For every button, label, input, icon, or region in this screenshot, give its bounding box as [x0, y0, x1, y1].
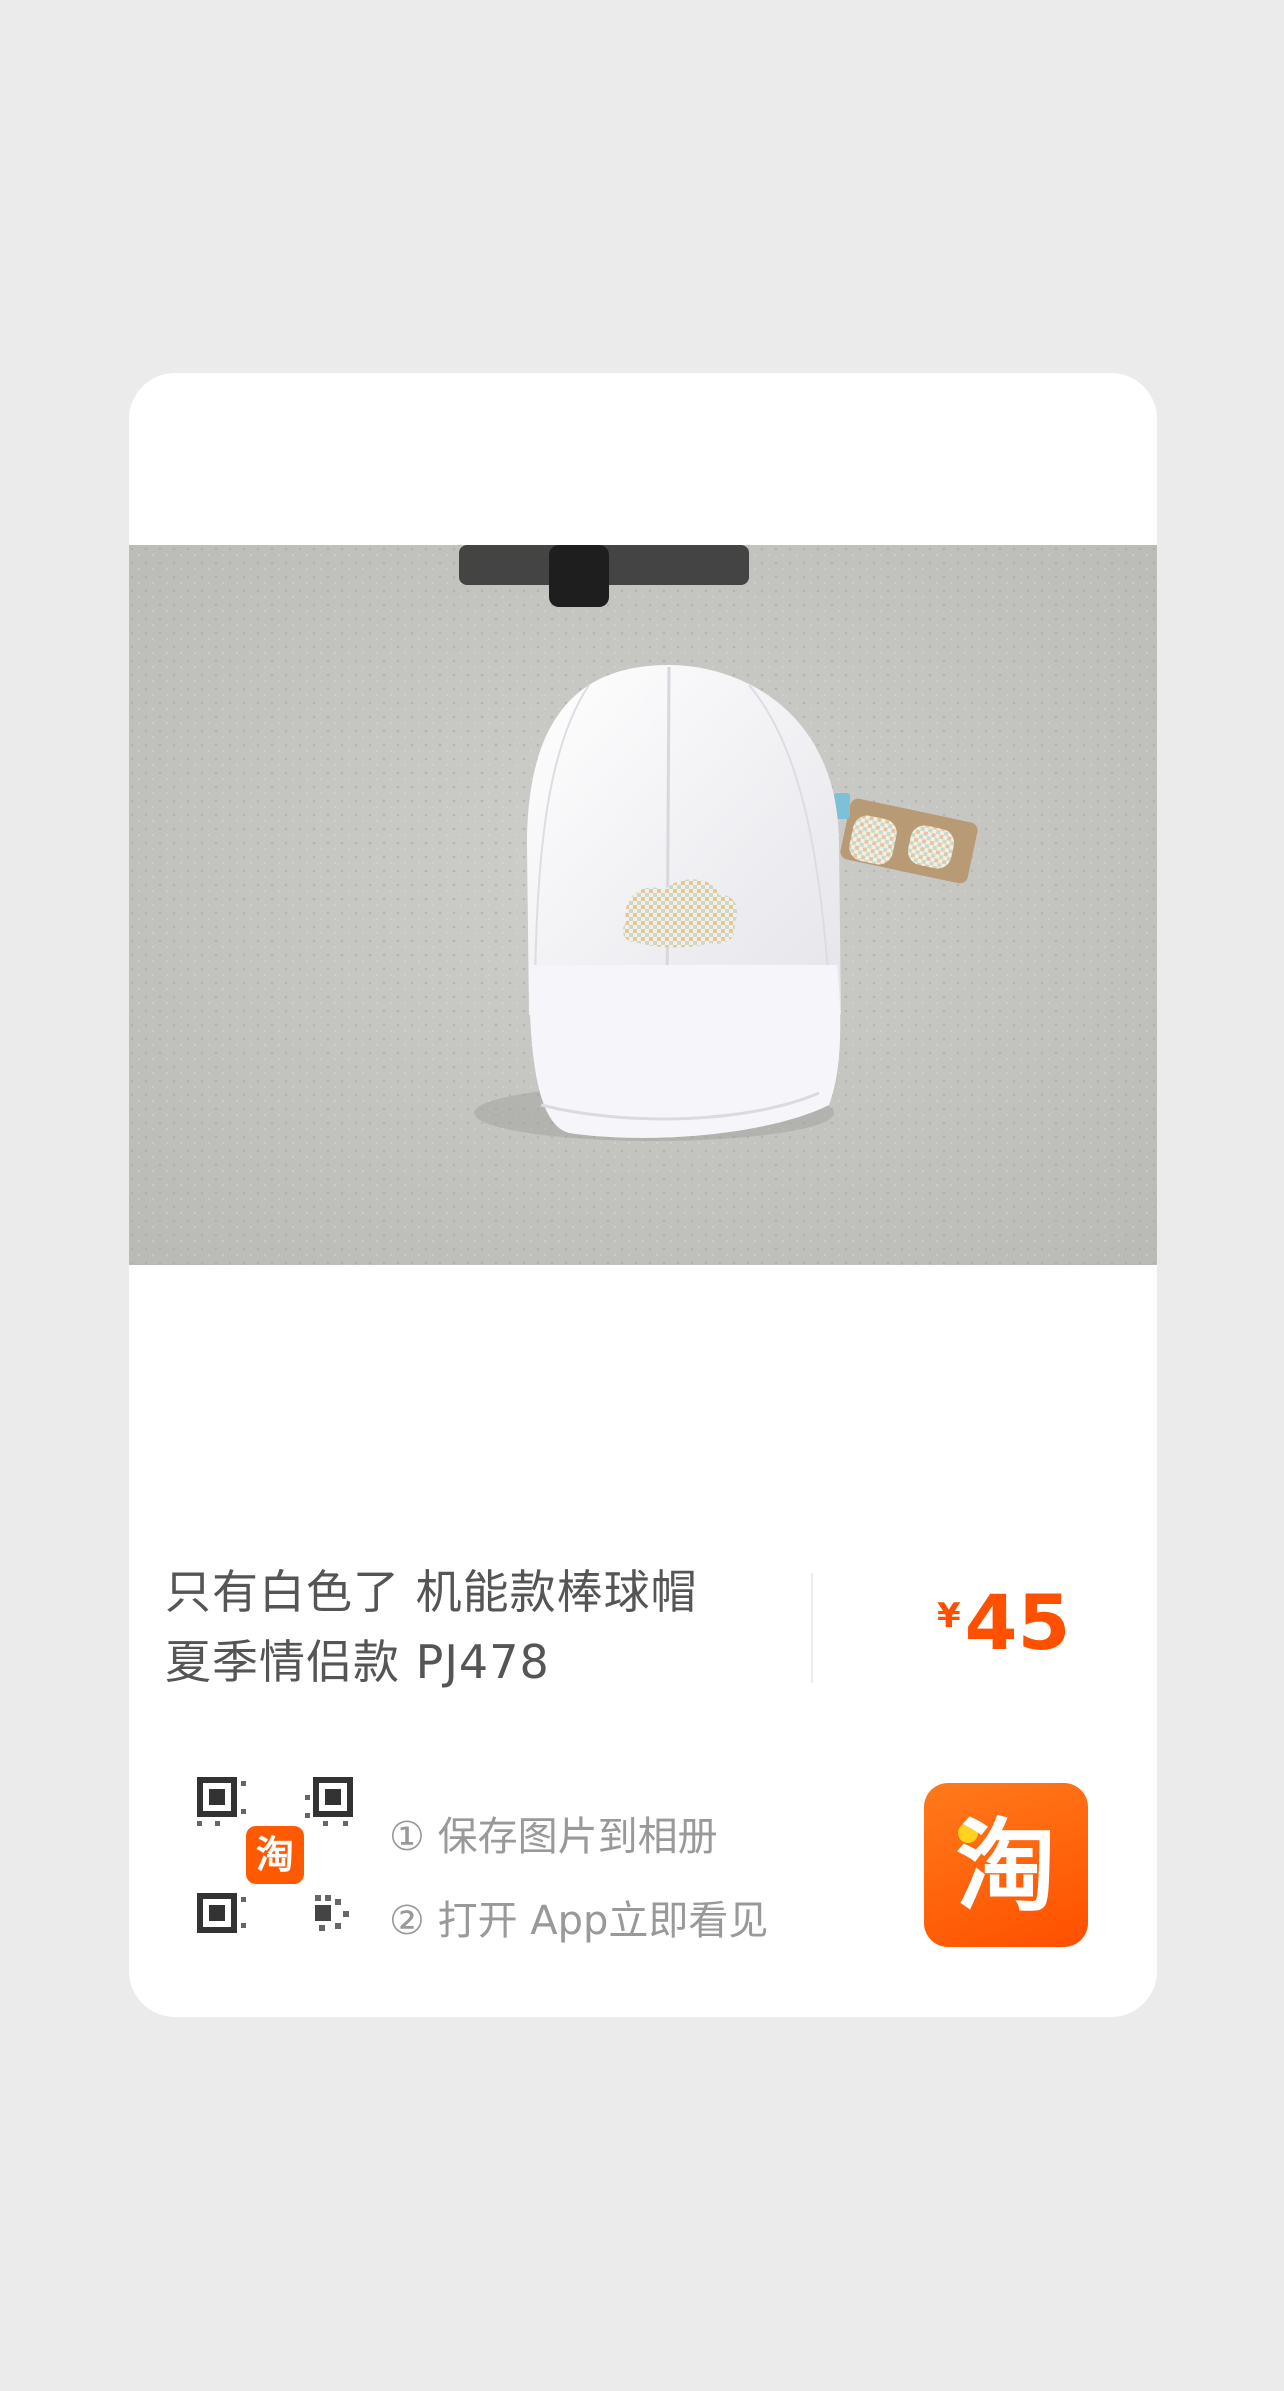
product-title-line1: 只有白色了 机能款棒球帽	[165, 1565, 698, 1619]
product-title: 只有白色了 机能款棒球帽 夏季情侣款 PJ478	[165, 1557, 845, 1697]
currency-symbol: ¥	[937, 1596, 961, 1636]
qr-finder-bottom-left	[197, 1893, 237, 1933]
share-steps: ① 保存图片到相册 ② 打开 App立即看见	[389, 1795, 768, 1963]
qr-finder-top-left	[197, 1777, 237, 1817]
taobao-app-glyph: 淘	[956, 1808, 1056, 1925]
qr-code: 淘	[193, 1773, 357, 1937]
product-title-line2: 夏季情侣款 PJ478	[165, 1635, 550, 1689]
step-open-app: ② 打开 App立即看见	[389, 1898, 769, 1944]
product-image[interactable]	[129, 545, 1157, 1265]
divider	[811, 1573, 813, 1683]
qr-finder-top-right	[313, 1777, 353, 1817]
price-value: 45	[964, 1578, 1071, 1667]
taobao-app-icon[interactable]: 淘	[924, 1783, 1088, 1947]
step-save-image: ① 保存图片到相册	[389, 1814, 718, 1860]
share-card: 只有白色了 机能款棒球帽 夏季情侣款 PJ478 ¥45 淘 ① 保存图片到相册…	[129, 373, 1157, 2017]
price: ¥45	[937, 1583, 1070, 1663]
taobao-badge-icon: 淘	[246, 1826, 304, 1884]
